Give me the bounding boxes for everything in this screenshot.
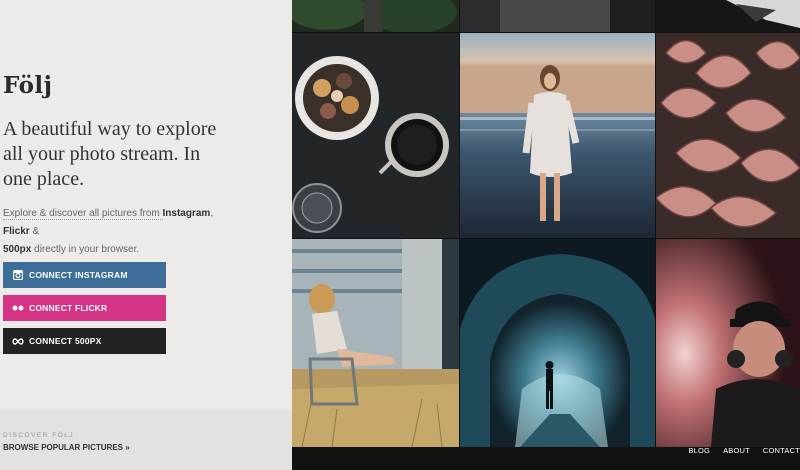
instagram-icon xyxy=(12,270,24,280)
hero-tagline: A beautiful way to explore all your phot… xyxy=(3,118,217,190)
photo-woman-by-trailer[interactable] xyxy=(292,239,459,447)
desc-500px: 500px xyxy=(3,244,32,255)
browse-popular-link[interactable]: BROWSE POPULAR PICTURES » xyxy=(3,443,130,452)
desc-suffix: directly in your browser. xyxy=(31,244,140,255)
photo-food-and-coffee[interactable] xyxy=(292,33,459,238)
desc-comma: , xyxy=(210,208,214,219)
left-panel: Följ A beautiful way to explore all your… xyxy=(0,0,292,470)
connect-instagram-button[interactable]: CONNECT INSTAGRAM xyxy=(3,262,166,288)
photo-top-strip-left[interactable] xyxy=(292,0,459,32)
desc-flickr: Flickr xyxy=(3,226,30,237)
desc-instagram: Instagram xyxy=(162,208,211,219)
photo-top-strip-right[interactable] xyxy=(656,0,800,32)
desc-prefix: Explore & discover all pictures from xyxy=(3,208,163,220)
footer-nav-contact[interactable]: CONTACT xyxy=(763,446,800,460)
discover-label: DISCOVER FÖLJ xyxy=(3,432,75,439)
photo-ice-cave[interactable] xyxy=(460,239,655,447)
hero-description: Explore & discover all pictures from Ins… xyxy=(3,205,233,259)
photo-woman-on-beach[interactable] xyxy=(460,33,655,238)
photo-top-strip-middle[interactable] xyxy=(460,0,655,32)
infinity-icon xyxy=(12,337,24,345)
photo-protea-flowers[interactable] xyxy=(656,33,800,238)
desc-amp: & xyxy=(29,226,40,237)
footer-nav: BLOG ABOUT CONTACT xyxy=(688,446,800,460)
discover-section: DISCOVER FÖLJ BROWSE POPULAR PICTURES » xyxy=(0,410,292,470)
connect-flickr-label: CONNECT FLICKR xyxy=(29,303,108,313)
photo-man-with-headphones[interactable] xyxy=(656,239,800,447)
brand-logo[interactable]: Följ xyxy=(3,72,52,99)
connect-500px-label: CONNECT 500PX xyxy=(29,336,102,346)
photo-grid: BLOG ABOUT CONTACT xyxy=(292,0,800,470)
connect-instagram-label: CONNECT INSTAGRAM xyxy=(29,270,128,280)
footer-nav-about[interactable]: ABOUT xyxy=(723,446,750,460)
connect-flickr-button[interactable]: CONNECT FLICKR xyxy=(3,295,166,321)
footer-nav-blog[interactable]: BLOG xyxy=(688,446,710,460)
flickr-icon xyxy=(12,305,24,311)
connect-500px-button[interactable]: CONNECT 500PX xyxy=(3,328,166,354)
